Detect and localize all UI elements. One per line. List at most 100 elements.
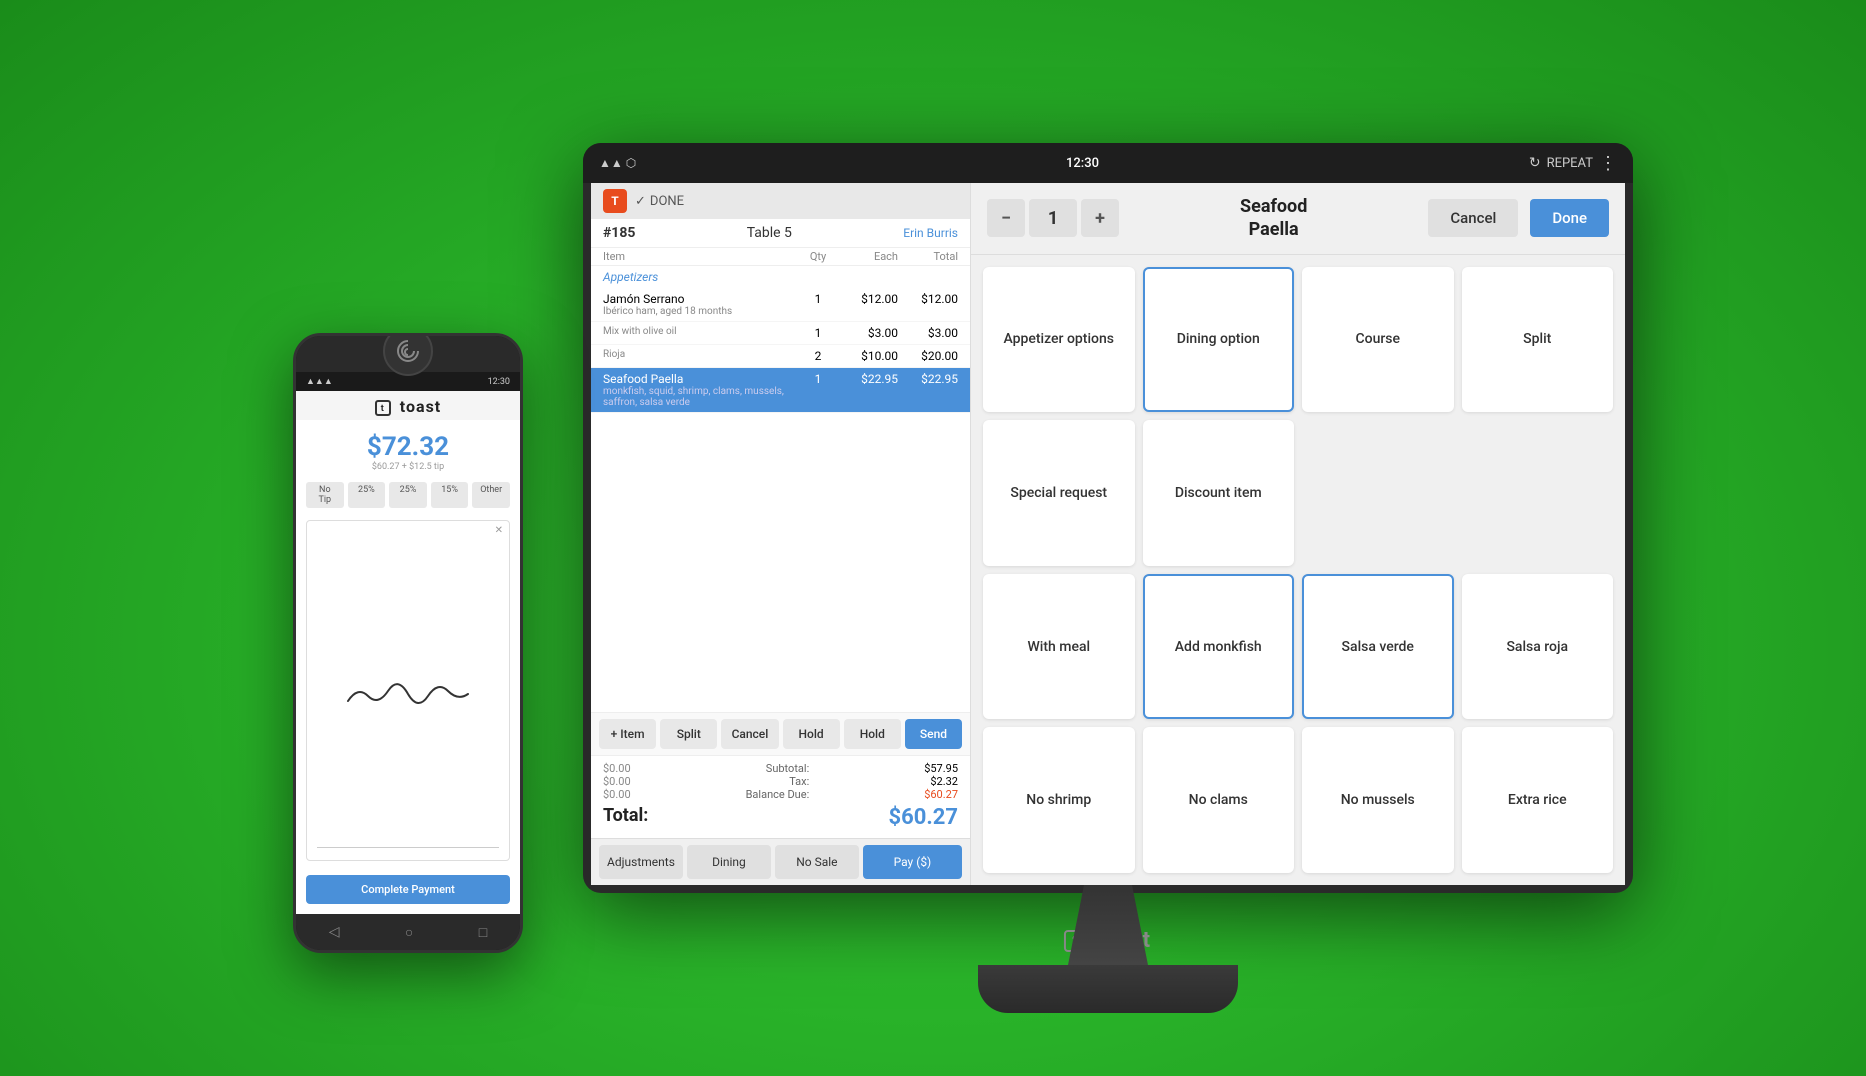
checkmark-icon: ✓ [635, 194, 646, 209]
monitor-status-icons: ▲▲ ⬡ [599, 156, 636, 170]
modifier-appetizer-options[interactable]: Appetizer options [983, 267, 1135, 413]
signature-line [317, 847, 499, 848]
monitor-base [978, 965, 1238, 1013]
pos-order-panel: T ✓ DONE #185 Table 5 Erin Burris Item Q [591, 183, 971, 885]
phone-amount-section: $72.32 $60.27 + $12.5 tip [296, 420, 520, 478]
phone-device: ▲▲▲ 12:30 t toast $72.32 $60.27 + $12.5 … [293, 333, 523, 953]
modifier-discount-item[interactable]: Discount item [1143, 420, 1295, 566]
split-button[interactable]: Split [660, 719, 717, 749]
repeat-label[interactable]: REPEAT [1547, 156, 1593, 171]
tax-value: $2.32 [924, 775, 958, 788]
qty-plus-button[interactable]: + [1081, 199, 1119, 237]
modifier-with-meal[interactable]: With meal [983, 574, 1135, 720]
signature-close[interactable]: ✕ [495, 525, 503, 536]
table-row[interactable]: Mix with olive oil 1 $3.00 $3.00 [591, 322, 970, 345]
monitor-time: 12:30 [1066, 156, 1099, 171]
modifier-no-clams[interactable]: No clams [1143, 727, 1295, 873]
table-row[interactable]: Seafood Paella monkfish, squid, shrimp, … [591, 368, 970, 413]
modifier-salsa-verde[interactable]: Salsa verde [1302, 574, 1454, 720]
modifier-cancel-button[interactable]: Cancel [1428, 199, 1518, 237]
qty-minus-button[interactable]: − [987, 199, 1025, 237]
phone-back-btn[interactable]: ◁ [329, 924, 340, 940]
col-qty: Qty [798, 250, 838, 263]
subtotal-amounts: $0.00 [603, 762, 631, 775]
done-label: DONE [650, 194, 684, 209]
balance-value: $60.27 [924, 788, 958, 801]
scene: ▲▲▲ 12:30 t toast $72.32 $60.27 + $12.5 … [233, 63, 1633, 1013]
no-sale-button[interactable]: No Sale [775, 845, 859, 879]
item-each: $22.95 [838, 372, 898, 386]
tip-15[interactable]: 15% [431, 482, 469, 508]
phone-nfc-icon [383, 333, 433, 376]
col-item: Item [603, 250, 798, 263]
modifier-split[interactable]: Split [1462, 267, 1614, 413]
monitor-neck [1068, 885, 1148, 965]
pay-button[interactable]: Pay ($) [863, 845, 962, 879]
item-name: Jamón Serrano Ibérico ham, aged 18 month… [603, 292, 798, 317]
tip-25[interactable]: 25% [348, 482, 386, 508]
item-qty: 2 [798, 349, 838, 363]
phone-recent-btn[interactable]: □ [479, 924, 487, 941]
modifier-salsa-roja[interactable]: Salsa roja [1462, 574, 1614, 720]
modifier-no-mussels[interactable]: No mussels [1302, 727, 1454, 873]
modifier-empty-1 [1302, 420, 1454, 566]
monitor-device: ▲▲ ⬡ 12:30 ↻ REPEAT ⋮ T ✓ DONE [583, 143, 1633, 1013]
tax-label: Tax: [746, 775, 810, 788]
complete-payment-button[interactable]: Complete Payment [306, 875, 510, 904]
phone-brand-bar: t toast [296, 391, 520, 420]
pos-order-items: Jamón Serrano Ibérico ham, aged 18 month… [591, 288, 970, 712]
phone-signal: ▲▲▲ [306, 376, 333, 387]
modifier-dining-option[interactable]: Dining option [1143, 267, 1295, 413]
pos-totals-section: $0.00 $0.00 $0.00 Subtotal: Tax: Balance… [591, 755, 970, 838]
tip-no-tip[interactable]: No Tip [306, 482, 344, 508]
add-item-button[interactable]: + Item [599, 719, 656, 749]
monitor-repeat-section: ↻ REPEAT ⋮ [1529, 153, 1617, 174]
modifier-options-grid: Appetizer options Dining option Course S… [971, 255, 1625, 885]
pos-action-bar: + Item Split Cancel Hold Hold Send [591, 712, 970, 755]
modifier-done-button[interactable]: Done [1530, 199, 1609, 237]
hold2-button[interactable]: Hold [844, 719, 901, 749]
adjustments-button[interactable]: Adjustments [599, 845, 683, 879]
table-row[interactable]: Jamón Serrano Ibérico ham, aged 18 month… [591, 288, 970, 322]
done-button[interactable]: ✓ DONE [635, 194, 684, 209]
modifier-course[interactable]: Course [1302, 267, 1454, 413]
item-qty: 1 [798, 292, 838, 306]
item-qty: 1 [798, 326, 838, 340]
tip-other[interactable]: Other [472, 482, 510, 508]
modifier-item-name: SeafoodPaella [1131, 195, 1416, 242]
quantity-control: − 1 + [987, 199, 1119, 237]
phone-nav-bar: ◁ ○ □ [296, 914, 520, 950]
phone-time: 12:30 [488, 377, 510, 387]
item-total: $3.00 [898, 326, 958, 340]
total-value: $60.27 [889, 805, 959, 830]
phone-signature-area: ✕ [306, 520, 510, 861]
item-each: $12.00 [838, 292, 898, 306]
tip-25b[interactable]: 25% [389, 482, 427, 508]
phone-total-amount: $72.32 [306, 432, 510, 462]
item-name: Rioja [603, 349, 798, 360]
modifier-add-monkfish[interactable]: Add monkfish [1143, 574, 1295, 720]
monitor-stand [978, 885, 1238, 1013]
item-name: Mix with olive oil [603, 326, 798, 337]
item-qty: 1 [798, 372, 838, 386]
item-name: Seafood Paella monkfish, squid, shrimp, … [603, 372, 798, 408]
monitor-wifi-icon: ▲▲ ⬡ [599, 156, 636, 170]
phone-home-btn[interactable]: ○ [405, 924, 413, 941]
item-total: $12.00 [898, 292, 958, 306]
send-button[interactable]: Send [905, 719, 962, 749]
table-row[interactable]: Rioja 2 $10.00 $20.00 [591, 345, 970, 368]
grand-total-row: Total: $60.27 [603, 805, 958, 830]
modifier-extra-rice[interactable]: Extra rice [1462, 727, 1614, 873]
total-label: Total: [603, 805, 648, 830]
hold-button[interactable]: Hold [783, 719, 840, 749]
pos-column-headers: Item Qty Each Total [591, 248, 970, 266]
monitor-screen: T ✓ DONE #185 Table 5 Erin Burris Item Q [591, 183, 1625, 885]
modifier-no-shrimp[interactable]: No shrimp [983, 727, 1135, 873]
modifier-special-request[interactable]: Special request [983, 420, 1135, 566]
cancel-button[interactable]: Cancel [721, 719, 778, 749]
order-number: #185 [603, 225, 635, 241]
item-total: $20.00 [898, 349, 958, 363]
more-options-icon[interactable]: ⋮ [1599, 153, 1617, 174]
dining-button[interactable]: Dining [687, 845, 771, 879]
subtotal-value: $57.95 [924, 762, 958, 775]
